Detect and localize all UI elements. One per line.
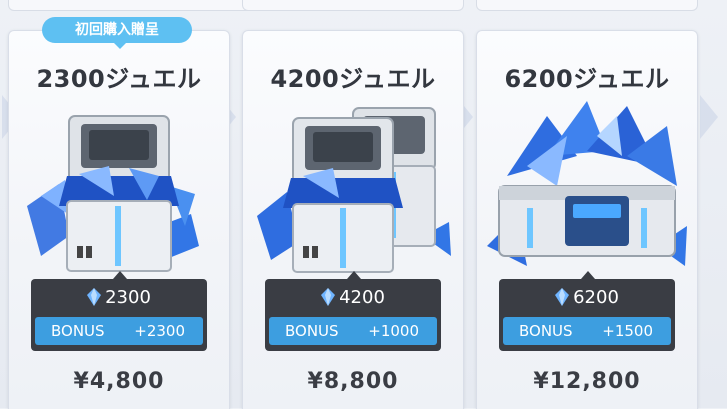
- jewel-offer-card-4200[interactable]: 4200ジュエル 4200 BONUS +1000 ¥8,800: [242, 30, 464, 409]
- bonus-label: BONUS: [519, 322, 573, 340]
- offer-price: ¥8,800: [307, 369, 399, 394]
- bonus-row: BONUS +2300: [35, 317, 203, 345]
- offer-price: ¥4,800: [73, 369, 165, 394]
- offer-info-box: 4200 BONUS +1000: [265, 271, 441, 351]
- jewel-amount: 6200: [573, 287, 619, 308]
- bonus-row: BONUS +1000: [269, 317, 437, 345]
- jewel-chest-illustration: [487, 101, 687, 266]
- jewel-amount-row: 4200: [265, 287, 441, 309]
- first-purchase-badge: 初回購入贈呈: [42, 17, 192, 49]
- blue-gem-icon: [87, 288, 102, 306]
- offer-info-box: 6200 BONUS +1500: [499, 271, 675, 351]
- offer-price: ¥12,800: [533, 369, 641, 394]
- jewel-amount: 4200: [339, 287, 385, 308]
- offer-title: 6200ジュエル: [504, 65, 670, 93]
- jewel-amount-row: 2300: [31, 287, 207, 309]
- previous-row-card-edge: [242, 0, 464, 11]
- bonus-row: BONUS +1500: [503, 317, 671, 345]
- bonus-value: +1500: [602, 322, 653, 340]
- jewel-amount: 2300: [105, 287, 151, 308]
- previous-row-card-edge: [476, 0, 698, 11]
- bonus-value: +1000: [368, 322, 419, 340]
- offer-title: 2300ジュエル: [36, 65, 202, 93]
- previous-row-card-edge: [8, 0, 256, 11]
- jewel-crate-illustration: [27, 115, 199, 272]
- blue-gem-icon: [555, 288, 570, 306]
- bonus-label: BONUS: [51, 322, 105, 340]
- jewel-crate-illustration: [257, 107, 451, 273]
- background-chevron: [700, 95, 718, 139]
- jewel-offer-card-2300[interactable]: 初回購入贈呈 2300ジュエル 2300 BONUS +2300 ¥4,800: [8, 17, 230, 409]
- blue-gem-icon: [321, 288, 336, 306]
- offer-title: 4200ジュエル: [270, 65, 436, 93]
- offer-info-box: 2300 BONUS +2300: [31, 271, 207, 351]
- jewel-offer-card-6200[interactable]: 6200ジュエル 6200 BONUS +1500 ¥12,800: [476, 30, 698, 409]
- bonus-value: +2300: [134, 322, 185, 340]
- bonus-label: BONUS: [285, 322, 339, 340]
- jewel-amount-row: 6200: [499, 287, 675, 309]
